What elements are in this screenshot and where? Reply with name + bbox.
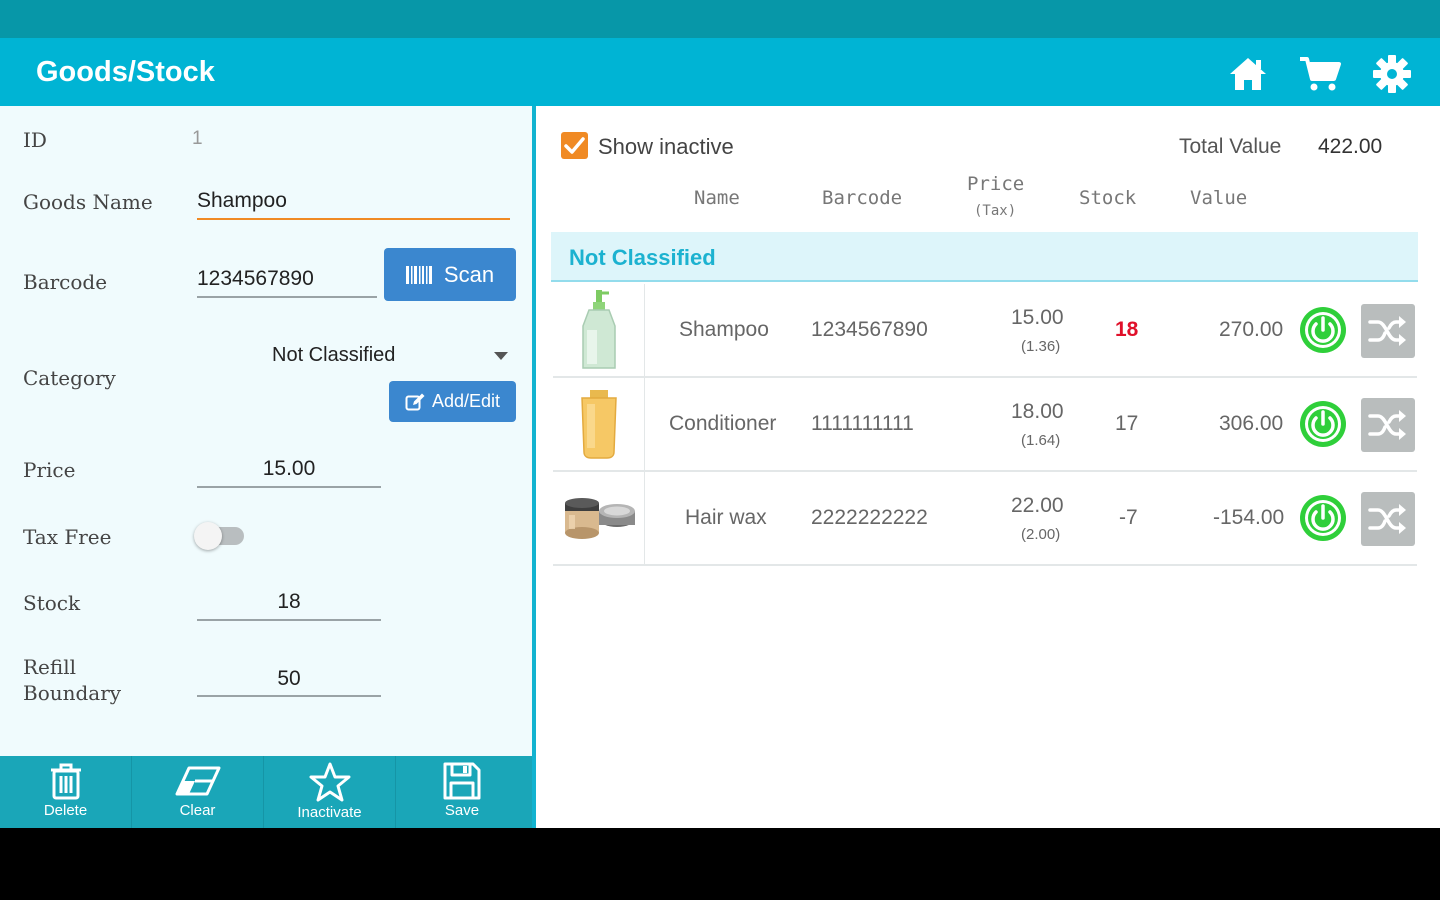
item-barcode: 1111111111 [811,412,914,435]
hair-wax-jar-image [553,472,645,564]
item-value: 306.00 [1219,412,1284,435]
conditioner-tube-image [553,378,645,470]
delete-label: Delete [43,802,88,819]
category-select[interactable]: Not Classified [272,344,395,367]
goods-form-panel: ID 1 Goods Name Shampoo Barcode 12345678… [0,106,532,756]
refill-boundary-input[interactable]: 50 [197,667,381,691]
refill-boundary-label-line1: Refill [23,655,77,679]
tax-free-label: Tax Free [23,525,112,549]
save-label: Save [444,802,480,819]
shampoo-bottle-image [553,284,645,376]
status-bar [0,0,1440,38]
shuffle-button[interactable] [1361,492,1415,546]
item-tax: (1.64) [1021,432,1061,449]
app-root: Goods/Stock ID 1 Goods Name Shampoo Barc… [0,0,1440,900]
price-input[interactable]: 15.00 [197,457,381,481]
item-stock: -7 [1119,506,1138,529]
item-value: -154.00 [1213,506,1285,529]
item-tax: (2.00) [1021,526,1061,543]
barcode-input[interactable]: 1234567890 [197,267,314,291]
trash-icon [50,763,81,800]
shuffle-icon [1368,316,1406,346]
total-value-label: Total Value [1179,135,1282,158]
id-label: ID [23,128,47,152]
refill-boundary-label-line2: Boundary [23,681,122,705]
form-action-bar: Delete Clear Inactivate Save [0,756,532,828]
power-icon[interactable] [1299,306,1347,354]
goods-list-panel: Show inactive Total Value 422.00 Name Ba… [536,106,1440,828]
barcode-icon [405,265,432,284]
barcode-label: Barcode [23,270,108,294]
item-price: 22.00 [1011,494,1064,517]
price-label: Price [23,458,76,482]
goods-name-underline [197,218,510,220]
item-barcode: 1234567890 [811,318,928,341]
delete-button[interactable]: Delete [0,756,132,828]
column-header-tax: (Tax) [974,203,1017,219]
item-stock: 17 [1115,412,1139,435]
shuffle-button[interactable] [1361,304,1415,358]
page-title: Goods/Stock [36,56,215,88]
item-name: Hair wax [685,506,767,529]
power-icon[interactable] [1299,494,1347,542]
table-row[interactable]: Conditioner 1111111111 18.00 (1.64) 17 3… [553,378,1417,472]
add-edit-label: Add/Edit [431,391,501,411]
stock-input[interactable]: 18 [197,590,381,614]
group-header: Not Classified [551,232,1418,282]
cart-icon[interactable] [1298,52,1342,96]
chevron-down-icon[interactable] [494,352,508,360]
item-tax: (1.36) [1021,338,1061,355]
toggle-knob [194,522,222,550]
tax-free-toggle[interactable] [194,522,244,550]
scan-button-label: Scan [443,261,495,287]
inactivate-label: Inactivate [297,804,362,821]
group-header-label: Not Classified [569,245,716,270]
column-header-stock: Stock [1079,187,1137,209]
shuffle-button[interactable] [1361,398,1415,452]
goods-name-input[interactable]: Shampoo [197,189,287,213]
category-label: Category [23,366,116,390]
shuffle-icon [1368,504,1406,534]
goods-name-label: Goods Name [23,190,153,214]
scan-button[interactable]: Scan [384,248,516,301]
shuffle-icon [1368,410,1406,440]
show-inactive-checkbox[interactable] [561,132,588,159]
power-icon[interactable] [1299,400,1347,448]
app-bar: Goods/Stock [0,38,1440,106]
clear-button[interactable]: Clear [132,756,264,828]
edit-icon [405,393,425,410]
show-inactive-label: Show inactive [598,134,734,159]
home-icon[interactable] [1226,52,1270,96]
add-edit-category-button[interactable]: Add/Edit [389,381,516,422]
floppy-disk-icon [443,762,481,800]
inactivate-button[interactable]: Inactivate [264,756,396,828]
item-stock: 18 [1115,318,1139,341]
eraser-icon [175,766,220,796]
star-icon [309,762,350,802]
item-price: 18.00 [1011,400,1064,423]
column-header-price: Price [967,173,1025,195]
column-header-value: Value [1190,187,1248,209]
item-name: Conditioner [669,412,777,435]
total-value-amount: 422.00 [1318,135,1383,158]
item-value: 270.00 [1219,318,1284,341]
stock-underline [197,619,381,621]
barcode-underline [197,296,377,298]
column-header-barcode: Barcode [822,187,903,209]
stock-label: Stock [23,591,81,615]
refill-underline [197,695,381,697]
clear-label: Clear [179,802,216,819]
price-underline [197,486,381,488]
checkmark-icon [564,137,585,154]
save-button[interactable]: Save [396,756,528,828]
column-header-name: Name [694,187,740,209]
item-barcode: 2222222222 [811,506,928,529]
item-name: Shampoo [679,318,769,341]
table-row[interactable]: Shampoo 1234567890 15.00 (1.36) 18 270.0… [553,284,1417,378]
item-price: 15.00 [1011,306,1064,329]
table-row[interactable]: Hair wax 2222222222 22.00 (2.00) -7 -154… [553,472,1417,566]
id-value: 1 [192,128,203,149]
gear-icon[interactable] [1370,52,1414,96]
system-nav-bar [0,828,1440,900]
